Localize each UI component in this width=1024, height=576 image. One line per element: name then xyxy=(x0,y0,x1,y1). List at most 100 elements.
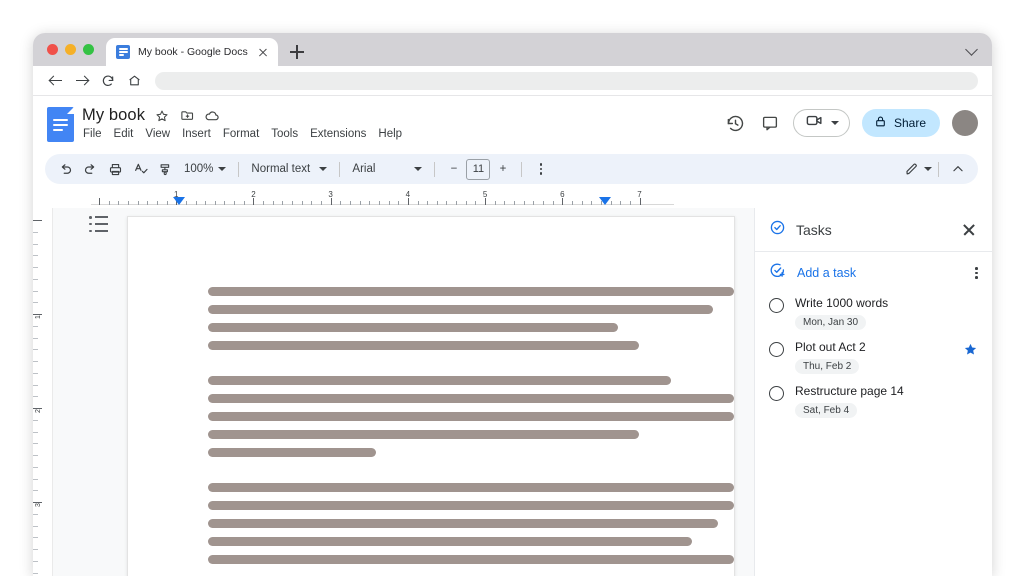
spellcheck-icon[interactable] xyxy=(128,157,153,182)
right-indent-marker[interactable] xyxy=(598,197,611,205)
home-icon[interactable] xyxy=(121,68,147,94)
ruler-tick xyxy=(359,201,361,205)
editing-mode-pen-icon[interactable] xyxy=(899,157,924,182)
avatar[interactable] xyxy=(952,110,978,136)
menu-item-file[interactable]: File xyxy=(83,128,102,140)
arrow-left-icon[interactable] xyxy=(43,68,69,94)
maximize-window-button[interactable] xyxy=(83,44,94,55)
vertical-ruler-tick xyxy=(33,337,38,339)
document-page[interactable] xyxy=(127,216,735,576)
chevron-up-icon[interactable] xyxy=(945,157,970,182)
task-item[interactable]: Plot out Act 2 Thu, Feb 2 xyxy=(755,334,992,378)
text-line-placeholder xyxy=(208,394,734,403)
ruler-number: 2 xyxy=(251,190,256,199)
share-button[interactable]: Share xyxy=(861,109,940,137)
document-paragraph[interactable] xyxy=(128,287,734,350)
menu-item-tools[interactable]: Tools xyxy=(271,128,298,140)
browser-tab[interactable]: My book - Google Docs xyxy=(106,38,278,66)
close-icon[interactable] xyxy=(960,221,978,239)
plus-icon[interactable] xyxy=(284,38,310,66)
vertical-ruler-number: 3 xyxy=(35,503,42,507)
font-family-dropdown[interactable]: Arial xyxy=(346,157,428,181)
document-outline-icon[interactable] xyxy=(89,216,109,232)
screenshot-root: My book - Google Docs My book File Edit … xyxy=(0,0,1024,576)
print-icon[interactable] xyxy=(103,157,128,182)
move-to-folder-icon[interactable] xyxy=(179,108,195,124)
more-vertical-icon[interactable] xyxy=(528,157,553,182)
document-scroll-area[interactable]: 1 2 3 xyxy=(33,208,754,576)
browser-toolbar xyxy=(33,66,992,96)
meet-button[interactable] xyxy=(792,109,850,137)
left-indent-marker[interactable] xyxy=(172,197,185,205)
more-vertical-icon[interactable] xyxy=(975,267,978,279)
increase-font-size-button[interactable]: + xyxy=(490,157,515,182)
menu-item-view[interactable]: View xyxy=(145,128,170,140)
menu-item-edit[interactable]: Edit xyxy=(114,128,134,140)
menu-item-insert[interactable]: Insert xyxy=(182,128,211,140)
caret-down-icon[interactable] xyxy=(924,167,932,171)
paint-format-icon[interactable] xyxy=(153,157,178,182)
window-traffic-lights xyxy=(43,33,102,66)
star-icon[interactable] xyxy=(154,108,170,124)
close-window-button[interactable] xyxy=(47,44,58,55)
add-task-label: Add a task xyxy=(797,266,857,280)
docs-workspace: 123 Tasks Add a task Write 1000 words Mo… xyxy=(33,208,992,576)
zoom-control[interactable]: 100% xyxy=(178,157,232,181)
paragraph-style-value: Normal text xyxy=(251,163,311,175)
redo-icon[interactable] xyxy=(78,157,103,182)
font-size-input[interactable]: 11 xyxy=(466,158,491,180)
comment-icon[interactable] xyxy=(759,112,781,134)
caret-down-icon xyxy=(319,167,328,171)
ruler-tick xyxy=(533,201,535,205)
share-button-label: Share xyxy=(893,116,926,130)
google-docs-icon[interactable] xyxy=(47,107,74,142)
address-bar[interactable] xyxy=(155,71,978,90)
task-checkbox[interactable] xyxy=(769,298,784,313)
add-task-row[interactable]: Add a task xyxy=(755,256,992,290)
vertical-ruler-tick xyxy=(33,220,42,221)
task-title: Plot out Act 2 xyxy=(795,340,866,354)
toolbar-divider xyxy=(339,161,341,177)
minimize-window-button[interactable] xyxy=(65,44,76,55)
arrow-right-icon[interactable] xyxy=(69,68,95,94)
close-icon[interactable] xyxy=(256,45,270,59)
task-item[interactable]: Write 1000 words Mon, Jan 30 xyxy=(755,290,992,334)
task-item[interactable]: Restructure page 14 Sat, Feb 4 xyxy=(755,378,992,422)
paragraph-style-dropdown[interactable]: Normal text xyxy=(245,157,333,181)
vertical-ruler-tick xyxy=(33,290,38,292)
decrease-font-size-button[interactable]: − xyxy=(441,157,466,182)
ruler-tick xyxy=(629,201,631,205)
task-checkbox[interactable] xyxy=(769,342,784,357)
reload-icon[interactable] xyxy=(95,68,121,94)
task-list: Write 1000 words Mon, Jan 30 Plot out Act … xyxy=(755,290,992,422)
vertical-ruler-tick xyxy=(33,478,38,480)
docs-menubar: File Edit View Insert Format Tools Exten… xyxy=(82,128,402,140)
ruler-tick xyxy=(398,201,400,205)
ruler-tick xyxy=(581,201,583,205)
ruler-tick xyxy=(99,198,100,205)
ruler-tick xyxy=(214,201,216,205)
menu-item-extensions[interactable]: Extensions xyxy=(310,128,366,140)
ruler-number: 7 xyxy=(637,190,642,199)
task-checkbox[interactable] xyxy=(769,386,784,401)
star-filled-icon[interactable] xyxy=(963,340,978,362)
menu-item-format[interactable]: Format xyxy=(223,128,259,140)
page-title[interactable]: My book xyxy=(82,106,145,125)
vertical-ruler-tick xyxy=(33,537,38,539)
undo-icon[interactable] xyxy=(53,157,78,182)
chevron-down-icon[interactable] xyxy=(966,43,978,55)
text-line-placeholder xyxy=(208,341,640,350)
caret-down-icon xyxy=(830,121,839,125)
version-history-icon[interactable] xyxy=(725,112,747,134)
ruler-tick xyxy=(234,201,236,205)
ruler-tick xyxy=(456,201,458,205)
cloud-saved-icon[interactable] xyxy=(204,108,220,124)
docs-header-actions: Share xyxy=(725,105,978,137)
vertical-ruler-tick xyxy=(33,396,38,398)
document-paragraph[interactable] xyxy=(128,483,734,564)
menu-item-help[interactable]: Help xyxy=(378,128,402,140)
document-paragraph[interactable] xyxy=(128,376,734,457)
docs-title-block: My book File Edit View Insert Format Too… xyxy=(82,105,402,140)
ruler-track[interactable]: 1234567 xyxy=(91,188,674,208)
docs-title-row: My book xyxy=(82,106,402,125)
